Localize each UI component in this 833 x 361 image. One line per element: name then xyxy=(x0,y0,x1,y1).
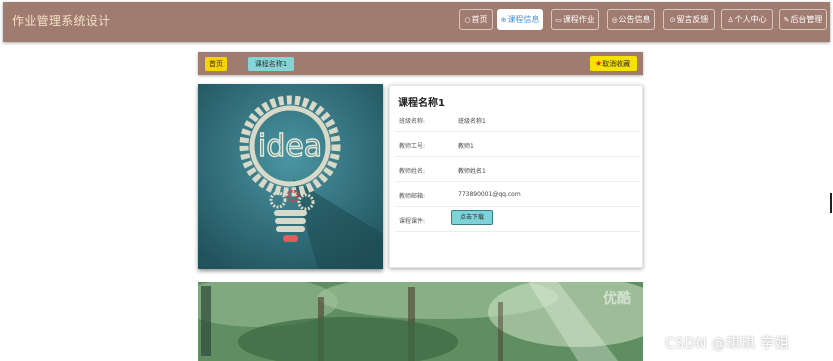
nav-announcements[interactable]: ◎公告信息 xyxy=(607,9,655,30)
user-icon: ♙ xyxy=(727,16,734,24)
nav-feedback[interactable]: ⊙留言反馈 xyxy=(663,9,715,30)
teacher-email-value: 773890001@qq.com xyxy=(458,191,521,198)
announcement-icon: ◎ xyxy=(611,16,618,24)
course-info-icon: ⊕ xyxy=(500,16,507,24)
teacher-name-value: 教师姓名1 xyxy=(458,168,486,175)
top-nav-bar: 作业管理系统设计 ○首页 ⊕课程信息 ▭课程作业 ◎公告信息 ⊙留言反馈 ♙个人… xyxy=(3,2,830,42)
breadcrumb-home[interactable]: 首页 xyxy=(205,57,227,71)
teacher-id-label: 教师工号: xyxy=(399,143,426,150)
class-name-value: 班级名称1 xyxy=(458,118,486,125)
forest-video-frame xyxy=(198,282,643,361)
unfavorite-button[interactable]: ★取消收藏 xyxy=(590,56,637,71)
home-icon: ○ xyxy=(464,16,471,24)
breadcrumb-current[interactable]: 课程名称1 xyxy=(248,57,294,71)
detail-row-teacher-email: 教师邮箱: 773890001@qq.com xyxy=(396,182,640,207)
nav-personal-center[interactable]: ♙个人中心 xyxy=(721,9,773,30)
nav-admin[interactable]: ✎后台管理 xyxy=(779,9,827,30)
course-detail-card: 课程名称1 班级名称: 班级名称1 教师工号: 教师1 教师姓名: 教师姓名1 … xyxy=(389,85,643,268)
homework-icon: ▭ xyxy=(555,16,562,24)
nav-personal-center-label: 个人中心 xyxy=(734,15,767,24)
nav-home-label: 首页 xyxy=(471,15,488,24)
nav-feedback-label: 留言反馈 xyxy=(676,15,709,24)
nav-announcements-label: 公告信息 xyxy=(618,15,651,24)
unfavorite-label: 取消收藏 xyxy=(602,60,631,68)
detail-row-teacher-name: 教师姓名: 教师姓名1 xyxy=(396,157,640,182)
teacher-email-label: 教师邮箱: xyxy=(399,193,426,200)
video-logo: 优酷 xyxy=(603,291,631,307)
site-title[interactable]: 作业管理系统设计 xyxy=(12,12,110,29)
nav-course-homework-label: 课程作业 xyxy=(562,15,595,24)
nav-admin-label: 后台管理 xyxy=(790,15,823,24)
teacher-name-label: 教师姓名: xyxy=(399,168,426,175)
idea-word: idea xyxy=(258,129,322,164)
nav-home[interactable]: ○首页 xyxy=(459,9,493,30)
nav-course-homework[interactable]: ▭课程作业 xyxy=(551,9,599,30)
feedback-icon: ⊙ xyxy=(669,16,676,24)
detail-row-class: 班级名称: 班级名称1 xyxy=(396,107,640,132)
teacher-id-value: 教师1 xyxy=(458,143,474,150)
download-button[interactable]: 点击下载 xyxy=(451,210,493,225)
courseware-label: 课程课件: xyxy=(399,218,426,225)
nav-course-info[interactable]: ⊕课程信息 xyxy=(497,9,543,30)
detail-row-courseware: 课程课件: 点击下载 xyxy=(396,207,640,232)
scrollbar-edge[interactable] xyxy=(830,193,832,213)
video-player[interactable]: 优酷 xyxy=(198,282,643,361)
breadcrumb: 首页 课程名称1 ★取消收藏 xyxy=(198,52,643,75)
edit-icon: ✎ xyxy=(783,16,790,24)
detail-row-teacher-id: 教师工号: 教师1 xyxy=(396,132,640,157)
watermark: CSDN @琪琪 学姐 xyxy=(665,336,790,352)
nav-course-info-label: 课程信息 xyxy=(507,15,540,24)
course-image: idea xyxy=(198,84,383,269)
idea-bulb-illustration: idea xyxy=(198,84,383,269)
class-name-label: 班级名称: xyxy=(399,118,426,125)
